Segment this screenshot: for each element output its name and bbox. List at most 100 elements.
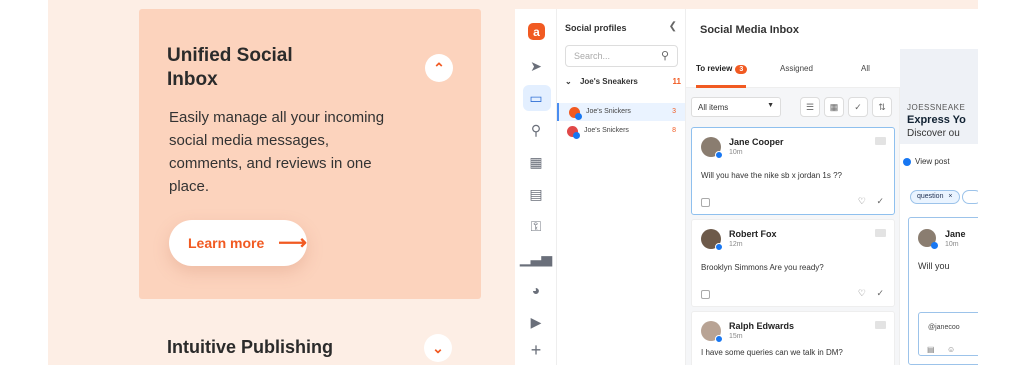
profile-avatar — [567, 126, 580, 139]
sort-icon[interactable]: ⇅ — [872, 97, 892, 117]
profile-name: Joe's Snickers — [586, 108, 631, 115]
tag-chip[interactable]: question × — [910, 190, 960, 204]
profile-group[interactable]: ⌄ Joe's Sneakers 11 — [565, 77, 681, 86]
facebook-icon — [931, 242, 938, 249]
message-time: 12m — [729, 241, 743, 248]
accordion-title: Unified Social Inbox — [167, 45, 293, 90]
analytics-icon[interactable]: ▁▃▅ — [520, 247, 552, 269]
message-card[interactable]: Jane Cooper 10m Will you have the nike s… — [691, 127, 895, 215]
inbox-icon[interactable]: ▭ — [525, 87, 547, 109]
conversation-card: Jane 10m Will you @janecoo ▤ ☺ — [908, 217, 978, 365]
org-chart-icon[interactable]: ⚿ — [525, 215, 547, 237]
message-card[interactable]: Ralph Edwards 15m I have some queries ca… — [691, 311, 895, 365]
filter-value: All items — [698, 103, 729, 112]
social-profiles-panel: Social profiles ❮ Search... ⚲ ⌄ Joe's Sn… — [557, 9, 686, 365]
tab-all[interactable]: All — [861, 64, 870, 73]
select-checkbox[interactable] — [701, 290, 710, 299]
panel-title: Social profiles — [565, 23, 627, 33]
items-filter-select[interactable]: All items ▼ — [691, 97, 781, 117]
chevron-left-icon[interactable]: ❮ — [669, 21, 677, 32]
reply-text: @janecoo — [928, 324, 960, 331]
tab-label: To review — [696, 64, 733, 73]
profile-search-input[interactable]: Search... ⚲ — [565, 45, 678, 67]
close-icon[interactable]: × — [948, 193, 952, 200]
inbox-header: Social Media Inbox — [686, 9, 900, 51]
comment-icon[interactable]: ▤ — [927, 345, 935, 354]
check-circle-icon[interactable]: ✓ — [848, 97, 868, 117]
profile-item[interactable]: Joe's Snickers 8 — [557, 122, 685, 140]
tab-to-review[interactable]: To review 3 — [696, 64, 748, 74]
tab-assigned[interactable]: Assigned — [780, 64, 813, 73]
group-name: Joe's Sneakers — [579, 77, 638, 86]
notes-icon[interactable]: ▤ — [525, 183, 547, 205]
message-text: Will you — [918, 261, 950, 271]
send-icon[interactable]: ➤ — [525, 55, 547, 77]
filter-list-icon[interactable]: ☰ — [800, 97, 820, 117]
facebook-icon — [903, 158, 911, 166]
page-margin — [978, 0, 1024, 365]
chevron-down-icon: ⌄ — [565, 77, 572, 86]
calendar-icon[interactable]: ▦ — [824, 97, 844, 117]
sender-name: Ralph Edwards — [729, 321, 795, 331]
facebook-icon — [715, 335, 723, 343]
chevron-down-icon[interactable]: ⌄ — [424, 334, 452, 362]
sender-name: Jane — [945, 229, 966, 239]
comment-icon — [875, 321, 886, 329]
tag-chip[interactable] — [962, 190, 978, 204]
post-subline: Discover ou — [907, 128, 960, 139]
message-text: Brooklyn Simmons Are you ready? — [701, 263, 824, 272]
search-icon: ⚲ — [660, 50, 669, 62]
heart-icon[interactable]: ♡ — [858, 196, 866, 207]
inbox-panel: Social Media Inbox To review 3 Assigned A… — [686, 9, 900, 365]
profile-item[interactable]: Joe's Snickers 3 — [557, 103, 685, 121]
reply-input[interactable]: @janecoo ▤ ☺ — [918, 312, 978, 356]
calendar-icon[interactable]: ▦ — [525, 151, 547, 173]
chevron-down-icon: ▼ — [767, 102, 774, 109]
message-text: I have some queries can we talk in DM? — [701, 348, 843, 357]
view-post-label: View post — [915, 157, 950, 166]
add-icon[interactable]: + — [525, 339, 547, 361]
message-time: 15m — [729, 333, 743, 340]
view-post-link[interactable]: View post — [903, 157, 950, 166]
arrow-right-icon: ⟶ — [278, 232, 307, 254]
facebook-icon — [715, 151, 723, 159]
app-logo: a — [528, 23, 545, 40]
active-tab-indicator — [696, 85, 746, 88]
avatar — [918, 229, 938, 249]
chevron-up-icon[interactable]: ⌃ — [425, 54, 453, 82]
avatar — [701, 229, 723, 251]
tag-label: question — [917, 193, 944, 200]
app-screenshot: a ➤ ▭ ⚲ ▦ ▤ ⚿ ▁▃▅ ◕ ▶ + Social profiles … — [515, 9, 978, 365]
profile-count: 8 — [672, 127, 676, 134]
profile-avatar — [569, 107, 582, 120]
review-count-badge: 3 — [735, 65, 748, 74]
post-brand: JOESSNEAKE — [907, 103, 966, 112]
post-headline: Express Yo — [907, 114, 966, 126]
message-time: 10m — [729, 149, 743, 156]
accordion-description: Easily manage all your incoming social m… — [169, 109, 385, 195]
facebook-icon — [715, 243, 723, 251]
media-icon[interactable]: ▶ — [525, 311, 547, 333]
message-detail-panel: JOESSNEAKE Express Yo Discover ou View p… — [900, 9, 978, 365]
accordion-title-publishing[interactable]: Intuitive Publishing — [167, 337, 333, 358]
inbox-title: Social Media Inbox — [700, 24, 800, 36]
learn-more-button[interactable]: Learn more ⟶ — [169, 220, 307, 266]
tab-label: All — [861, 64, 870, 73]
select-checkbox[interactable] — [701, 198, 710, 207]
facebook-icon — [573, 132, 580, 139]
check-circle-icon[interactable]: ✓ — [876, 196, 884, 207]
tab-label: Assigned — [780, 64, 813, 73]
heart-icon[interactable]: ♡ — [858, 288, 866, 299]
comment-icon — [875, 229, 886, 237]
sender-name: Jane Cooper — [729, 137, 784, 147]
check-circle-icon[interactable]: ✓ — [876, 288, 884, 299]
nav-rail: a ➤ ▭ ⚲ ▦ ▤ ⚿ ▁▃▅ ◕ ▶ + — [515, 9, 557, 365]
emoji-icon[interactable]: ☺ — [947, 345, 955, 354]
message-card[interactable]: Robert Fox 12m Brooklyn Simmons Are you … — [691, 219, 895, 307]
learn-more-label: Learn more — [188, 235, 265, 251]
facebook-icon — [575, 113, 582, 120]
gauge-icon[interactable]: ◕ — [525, 279, 547, 301]
globe-search-icon[interactable]: ⚲ — [525, 119, 547, 141]
avatar — [701, 137, 723, 159]
comment-icon — [875, 137, 886, 145]
